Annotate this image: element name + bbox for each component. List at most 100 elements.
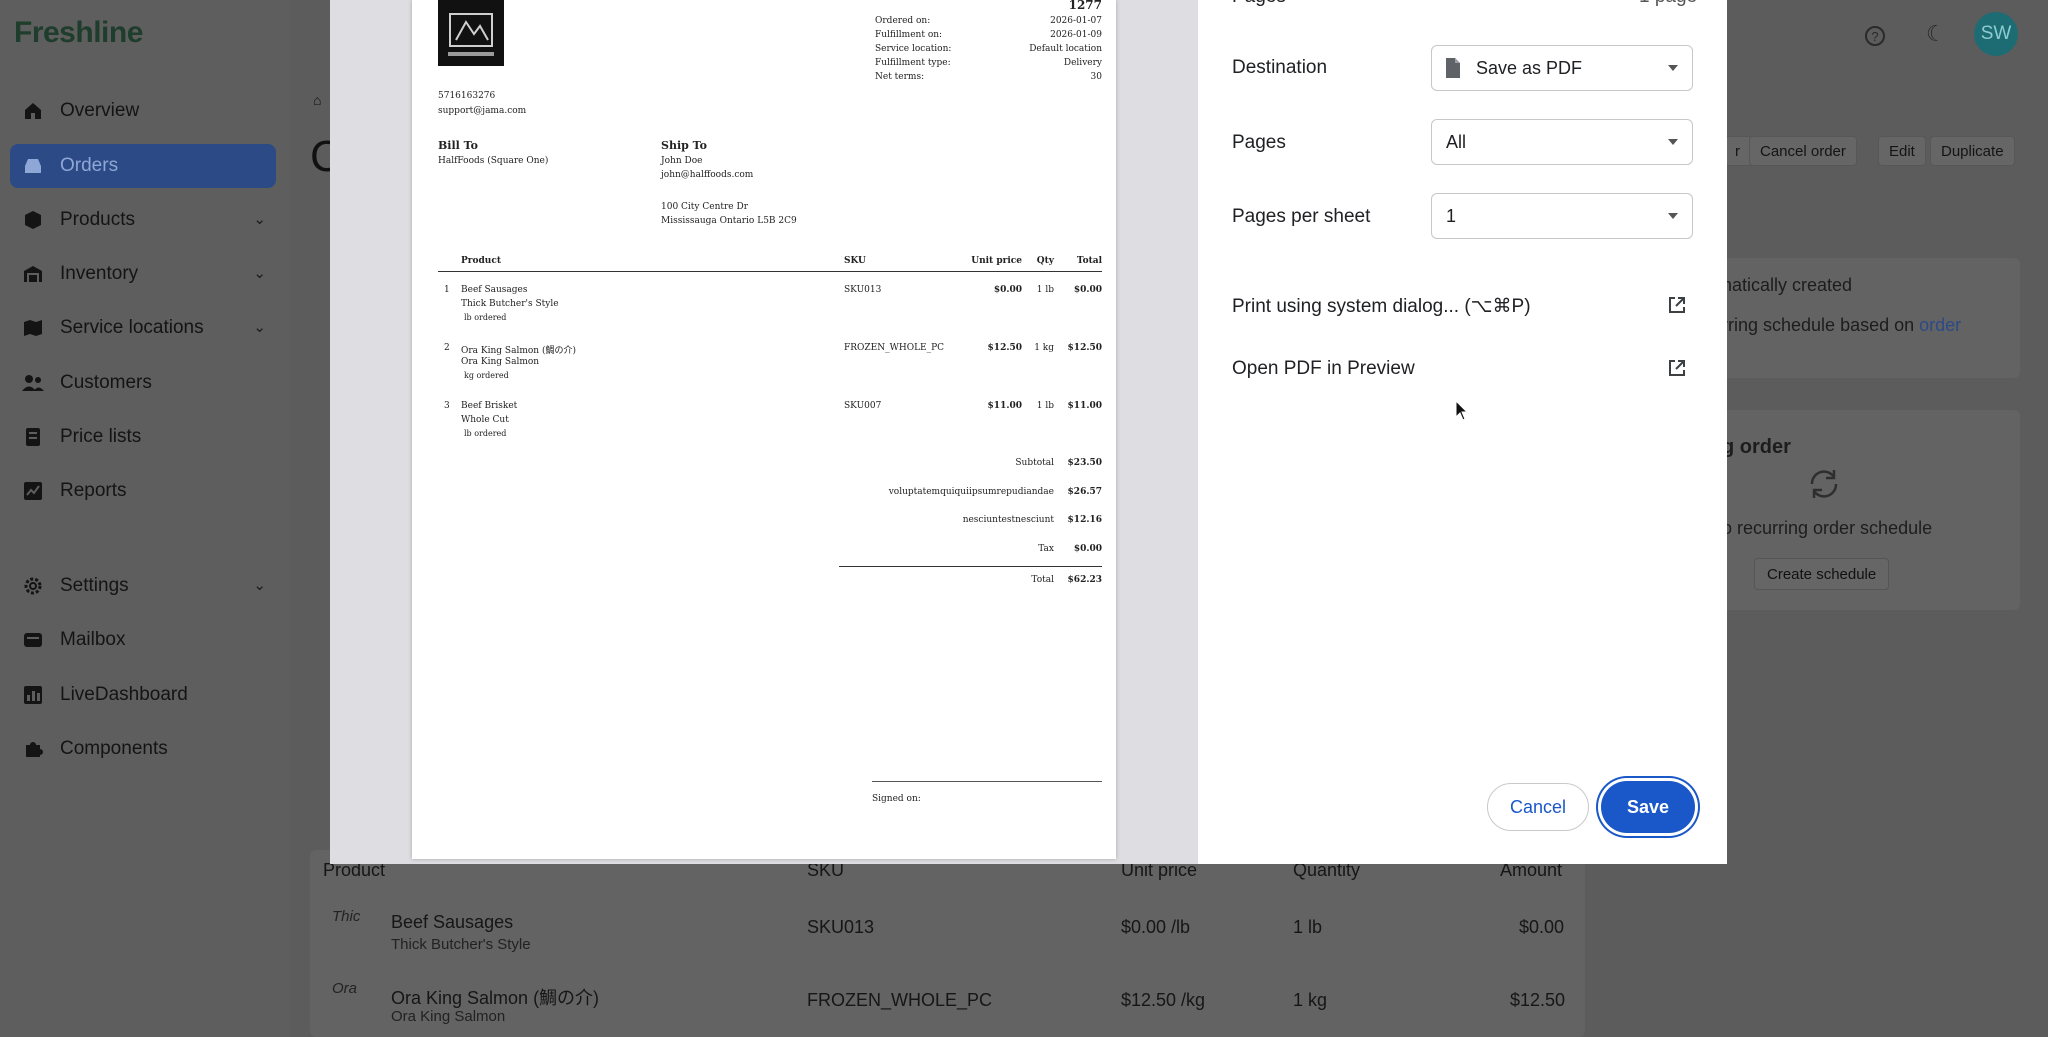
cancel-order-button[interactable]: Cancel order	[1749, 136, 1857, 166]
fee-label: voluptatemquiquiipsumrepudiandae	[888, 487, 1054, 497]
open-pdf-preview-link[interactable]: Open PDF in Preview	[1232, 358, 1415, 380]
sidebar-item-orders[interactable]: Orders	[10, 144, 276, 188]
sidebar-item-overview[interactable]: Overview	[10, 89, 276, 133]
pages-value: All	[1446, 131, 1467, 152]
bill-to-value: HalfFoods (Square One)	[438, 156, 549, 166]
sidebar-item-label: Orders	[60, 155, 119, 176]
line-qty: 1 kg	[1034, 343, 1054, 353]
moon-icon[interactable]: ☾	[1926, 21, 1946, 47]
line-product-name: Ora King Salmon (鯛の介)	[461, 346, 576, 356]
destination-select[interactable]: Save as PDF	[1431, 45, 1693, 91]
company-phone: 5716163276	[438, 91, 496, 101]
sidebar-item-label: LiveDashboard	[60, 684, 188, 705]
product-amount: $0.00	[1519, 917, 1565, 937]
duplicate-button[interactable]: Duplicate	[1930, 136, 2015, 166]
chevron-down-icon: ⌄	[253, 319, 266, 336]
warehouse-icon	[22, 263, 44, 285]
edit-button[interactable]: Edit	[1878, 136, 1926, 166]
app-logo: Freshline	[14, 16, 143, 49]
recurring-order-title: g order	[1722, 436, 1791, 458]
company-email: support@jama.com	[438, 106, 527, 116]
line-total: $0.00	[1073, 285, 1102, 295]
total-label: Total	[1031, 575, 1054, 585]
ship-to-name: John Doe	[661, 156, 703, 166]
subtotal-label: Subtotal	[1015, 458, 1054, 468]
open-external-icon[interactable]	[1668, 359, 1686, 377]
save-button[interactable]: Save	[1601, 781, 1695, 833]
sidebar-item-components[interactable]: Components	[10, 727, 276, 771]
line-unit-note: kg ordered	[464, 371, 509, 380]
inbox-icon	[22, 155, 44, 177]
cancel-button[interactable]: Cancel	[1487, 783, 1589, 831]
line-unit-price: $12.50	[987, 343, 1022, 353]
fee-value: $26.57	[1067, 487, 1102, 497]
invoice-preview-page: 1277 Ordered on: Fulfillment on: Service…	[412, 0, 1116, 859]
meta-label: Fulfillment on:	[875, 30, 943, 40]
sidebar-item-reports[interactable]: Reports	[10, 469, 276, 513]
pages-per-sheet-select[interactable]: 1	[1431, 193, 1693, 239]
meta-label: Service location:	[875, 44, 952, 54]
product-name[interactable]: Beef Sausages	[391, 912, 513, 933]
sidebar-item-label: Mailbox	[60, 629, 126, 650]
sidebar-item-customers[interactable]: Customers	[10, 361, 276, 405]
refresh-icon	[1806, 466, 1842, 507]
sidebar-item-price-lists[interactable]: Price lists	[10, 415, 276, 459]
product-variant: Ora King Salmon	[391, 1008, 506, 1025]
meta-value: 2026-01-07	[1050, 16, 1102, 26]
invoice-col-sku: SKU	[844, 256, 866, 266]
sidebar-item-label: Settings	[60, 575, 129, 596]
product-sku: FROZEN_WHOLE_PC	[807, 990, 993, 1010]
meta-label: Ordered on:	[875, 16, 931, 26]
order-link[interactable]: order	[1919, 315, 1961, 335]
product-quantity: 1 lb	[1293, 917, 1323, 937]
sidebar-item-livedashboard[interactable]: LiveDashboard	[10, 673, 276, 717]
totals-rule	[839, 566, 1102, 567]
sidebar-item-products[interactable]: Products ⌄	[10, 198, 276, 242]
meta-value: 30	[1090, 72, 1102, 82]
line-unit-price: $0.00	[993, 285, 1022, 295]
chevron-down-icon: ⌄	[253, 265, 266, 282]
product-variant: Thick Butcher's Style	[391, 936, 531, 953]
invoice-col-total: Total	[1076, 256, 1102, 266]
line-product-variant: Whole Cut	[461, 415, 509, 425]
line-number: 1	[444, 285, 450, 295]
ship-to-email: john@halffoods.com	[661, 170, 754, 180]
line-sku: SKU007	[844, 401, 882, 411]
subtotal-value: $23.50	[1067, 458, 1102, 468]
product-name[interactable]: Ora King Salmon (鯛の介)	[391, 984, 599, 1010]
sidebar-item-service-locations[interactable]: Service locations ⌄	[10, 306, 276, 350]
chevron-down-icon: ⌄	[253, 577, 266, 594]
company-logo	[438, 0, 504, 66]
recurring-info-title: natically created	[1722, 275, 1853, 295]
product-image: Thic	[332, 908, 361, 925]
fee-value: $12.16	[1067, 515, 1102, 525]
home-icon[interactable]: ⌂	[313, 92, 321, 108]
avatar[interactable]: SW	[1974, 12, 2018, 56]
meta-label: Fulfillment type:	[875, 58, 951, 68]
mailbox-icon	[22, 629, 44, 651]
print-system-dialog-link[interactable]: Print using system dialog... (⌥⌘P)	[1232, 295, 1531, 318]
line-number: 3	[444, 401, 450, 411]
meta-value: Default location	[1029, 44, 1102, 54]
help-icon[interactable]: ?	[1865, 26, 1885, 46]
pages-count-value: 1 page	[1639, 0, 1697, 8]
line-product-variant: Ora King Salmon	[461, 357, 540, 367]
meta-label: Net terms:	[875, 72, 925, 82]
sidebar-item-mailbox[interactable]: Mailbox	[10, 618, 276, 662]
box-icon	[22, 209, 44, 231]
line-sku: SKU013	[844, 285, 882, 295]
recurring-empty-text: o recurring order schedule	[1722, 518, 1933, 538]
line-qty: 1 lb	[1036, 285, 1054, 295]
line-unit-price: $11.00	[987, 401, 1022, 411]
create-schedule-button[interactable]: Create schedule	[1754, 558, 1890, 590]
sidebar-item-settings[interactable]: Settings ⌄	[10, 564, 276, 608]
sidebar-item-inventory[interactable]: Inventory ⌄	[10, 252, 276, 296]
open-external-icon[interactable]	[1668, 296, 1686, 314]
sidebar-item-label: Price lists	[60, 426, 142, 447]
pages-count-label: Pages	[1232, 0, 1286, 8]
ship-to-label: Ship To	[661, 139, 707, 152]
product-sku: SKU013	[807, 917, 875, 937]
pages-select[interactable]: All	[1431, 119, 1693, 165]
product-unit-price: $12.50 /kg	[1121, 990, 1206, 1010]
pages-per-sheet-label: Pages per sheet	[1232, 206, 1371, 227]
